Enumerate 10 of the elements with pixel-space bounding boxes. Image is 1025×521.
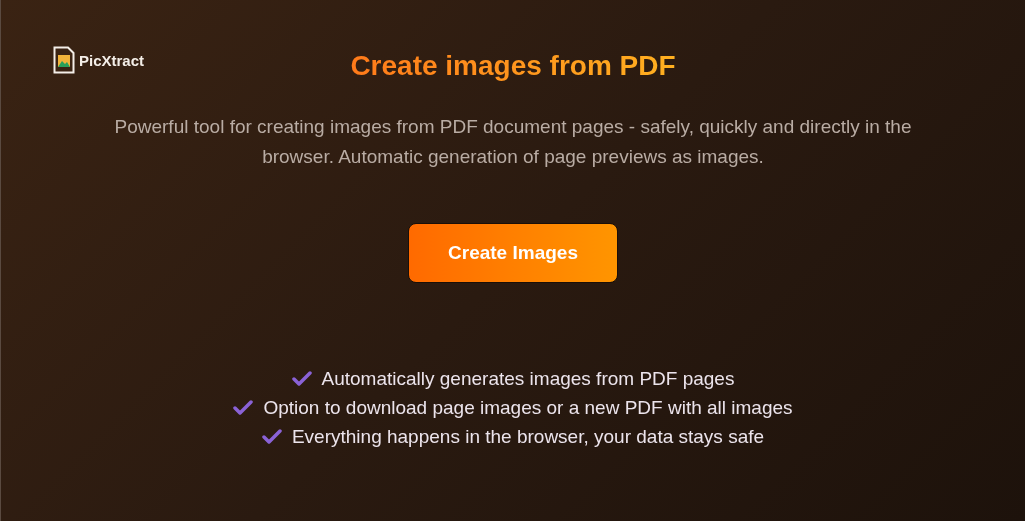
feature-text: Automatically generates images from PDF pages bbox=[321, 368, 735, 390]
feature-text: Everything happens in the browser, your data stays safe bbox=[291, 426, 765, 448]
create-images-button[interactable]: Create Images bbox=[408, 223, 618, 283]
check-icon bbox=[291, 371, 312, 387]
image-file-icon bbox=[53, 46, 75, 74]
subtitle: Powerful tool for creating images from PDF document pages - safely, quickly and directly in the browser. Automatic generation of page previews as images. bbox=[113, 115, 913, 169]
feature-text: Option to download page images or a new PDF with all images bbox=[263, 397, 793, 419]
check-icon bbox=[233, 400, 254, 416]
logo-text: PicXtract bbox=[79, 51, 145, 69]
check-icon bbox=[261, 429, 282, 445]
